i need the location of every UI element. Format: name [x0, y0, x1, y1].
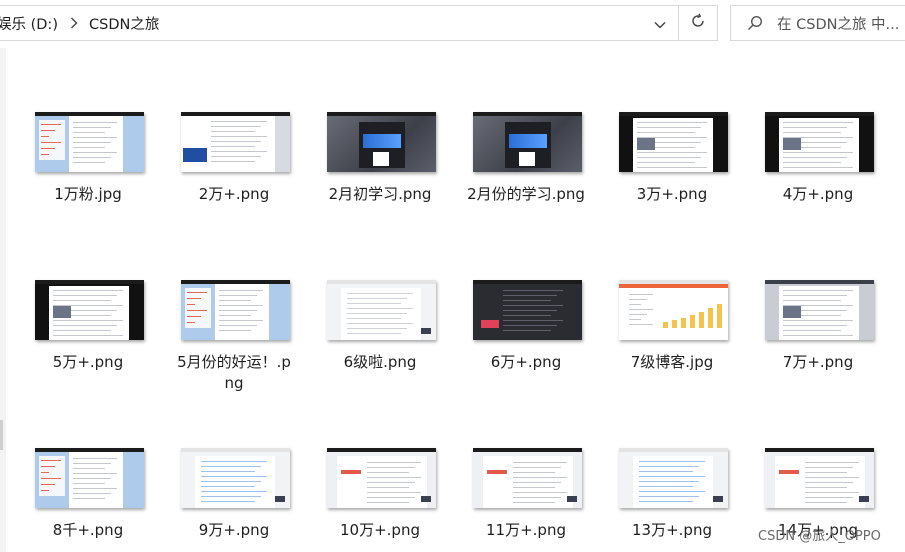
file-name: 3万+.png: [636, 185, 708, 203]
file-item[interactable]: 6万+.png: [453, 280, 599, 380]
file-item[interactable]: 11万+.png: [453, 448, 599, 548]
file-item[interactable]: 7万+.png: [745, 280, 891, 380]
refresh-icon: [690, 13, 706, 33]
file-name: 2万+.png: [198, 185, 270, 203]
search-icon: [747, 15, 763, 31]
file-name: 1万粉.jpg: [54, 185, 122, 203]
file-item[interactable]: 3万+.png: [599, 112, 745, 212]
file-item[interactable]: 2月份的学习.png: [453, 112, 599, 212]
file-thumbnail[interactable]: [327, 280, 436, 340]
explorer-toolbar: 娱乐 (D:) CSDN之旅 在 CSDN之旅 中...: [0, 0, 905, 48]
refresh-button[interactable]: [678, 5, 718, 41]
file-item[interactable]: 13万+.png: [599, 448, 745, 548]
file-thumbnail[interactable]: [35, 112, 144, 172]
file-thumbnail[interactable]: [619, 112, 728, 172]
file-thumbnail[interactable]: [619, 448, 728, 508]
file-item[interactable]: 5万+.png: [15, 280, 161, 380]
file-thumbnail[interactable]: [181, 112, 290, 172]
file-thumbnail[interactable]: [765, 280, 874, 340]
file-thumbnail[interactable]: [765, 448, 874, 508]
file-thumbnail[interactable]: [35, 448, 144, 508]
navigation-pane-edge: [0, 48, 6, 552]
file-thumbnail[interactable]: [181, 448, 290, 508]
file-thumbnail[interactable]: [327, 112, 436, 172]
file-thumbnail[interactable]: [181, 280, 290, 340]
watermark: CSDN @旅人_OPPO: [758, 529, 881, 544]
file-name: 6万+.png: [490, 353, 562, 371]
file-item[interactable]: 10万+.png: [307, 448, 453, 548]
breadcrumb-folder[interactable]: CSDN之旅: [89, 13, 159, 34]
file-name: 2月初学习.png: [328, 185, 432, 203]
file-name: 8千+.png: [52, 521, 124, 539]
file-thumbnail[interactable]: [473, 112, 582, 172]
address-bar[interactable]: 娱乐 (D:) CSDN之旅: [0, 5, 676, 41]
address-history-dropdown[interactable]: [642, 5, 678, 41]
file-name: 10万+.png: [340, 521, 420, 539]
scroll-indicator[interactable]: [0, 420, 3, 450]
chevron-down-icon: [654, 14, 666, 33]
file-thumbnail[interactable]: [765, 112, 874, 172]
file-thumbnail[interactable]: [473, 280, 582, 340]
file-thumbnail[interactable]: [619, 280, 728, 340]
file-name: 9万+.png: [198, 521, 270, 539]
file-thumbnail[interactable]: [327, 448, 436, 508]
file-name: 4万+.png: [782, 185, 854, 203]
file-item[interactable]: 1万粉.jpg: [15, 112, 161, 212]
file-name: 5月份的好运！.png: [177, 353, 291, 392]
file-item[interactable]: 5月份的好运！.png: [161, 280, 307, 392]
file-item[interactable]: 7级博客.jpg: [599, 280, 745, 380]
file-name: 7级博客.jpg: [630, 353, 714, 371]
file-item[interactable]: 8千+.png: [15, 448, 161, 548]
breadcrumb-drive[interactable]: 娱乐 (D:): [0, 13, 58, 34]
file-item[interactable]: 9万+.png: [161, 448, 307, 548]
file-name: 7万+.png: [782, 353, 854, 371]
file-item[interactable]: 6级啦.png: [307, 280, 453, 380]
file-item[interactable]: 2月初学习.png: [307, 112, 453, 212]
file-thumbnail[interactable]: [35, 280, 144, 340]
file-item[interactable]: 2万+.png: [161, 112, 307, 212]
file-thumbnail[interactable]: [473, 448, 582, 508]
file-name: 6级啦.png: [343, 353, 417, 371]
file-name: 13万+.png: [632, 521, 712, 539]
search-placeholder: 在 CSDN之旅 中...: [777, 16, 900, 33]
file-name: 2月份的学习.png: [467, 185, 585, 203]
file-name: 5万+.png: [52, 353, 124, 371]
chevron-right-icon[interactable]: [70, 17, 78, 29]
search-box[interactable]: 在 CSDN之旅 中...: [730, 5, 905, 41]
file-item[interactable]: 4万+.png: [745, 112, 891, 212]
file-name: 11万+.png: [486, 521, 566, 539]
